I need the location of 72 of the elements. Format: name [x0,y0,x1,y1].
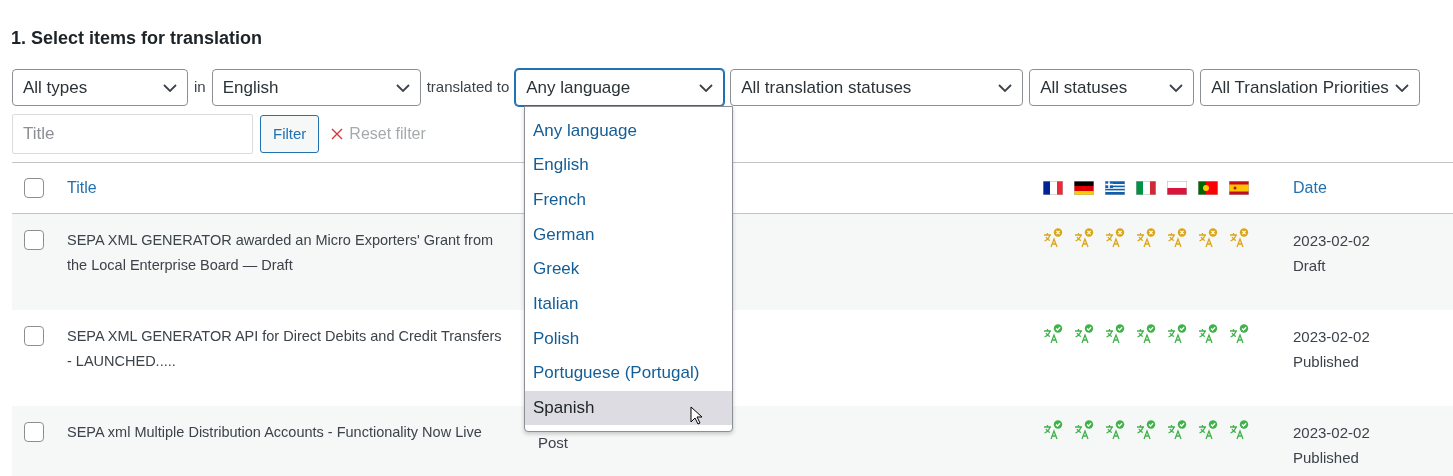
filter-button[interactable]: Filter [260,115,320,153]
checkbox[interactable] [24,422,44,442]
language-option[interactable]: Greek [525,251,732,287]
flag-icon [1229,181,1249,195]
language-option[interactable]: Polish [525,321,732,356]
checkbox[interactable] [24,230,44,250]
chevron-down-icon [395,83,410,92]
translation-complete-icon[interactable] [1136,324,1156,344]
chevron-down-icon [163,83,177,92]
section-heading: 1. Select items for translation [11,27,263,50]
flag-icon [1043,181,1063,195]
translation-complete-icon[interactable] [1136,420,1156,440]
language-option[interactable]: Portuguese (Portugal) [525,355,732,391]
translation-complete-icon[interactable] [1167,420,1187,440]
title-column-header[interactable]: Title [67,179,97,196]
translation-needed-icon[interactable] [1105,228,1125,248]
chevron-down-icon [998,83,1013,92]
flag-icon [1105,181,1125,195]
chevron-down-icon [1169,83,1184,92]
language-option[interactable]: English [525,147,732,183]
post-title-cell-text: SEPA XML GENERATOR API for Direct Debits and Credit Transfers - LAUNCHED..... [66,327,503,371]
checkbox[interactable] [24,178,44,198]
select-field[interactable]: All Translation Priorities [1200,69,1421,106]
date-cell-text: 2023-02-02 [1293,423,1370,443]
post-title-cell-text: SEPA XML GENERATOR awarded an Micro Exporters' Grant from the Local Enterprise Board — Draft [66,231,495,275]
close-icon [331,128,344,140]
date-cell-text: 2023-02-02 [1293,327,1370,347]
select-field[interactable]: All statuses [1029,69,1195,106]
translation-complete-icon[interactable] [1043,324,1063,344]
date-column-header[interactable]: Date [1293,176,1327,200]
translation-needed-icon[interactable] [1198,228,1218,248]
translation-complete-icon[interactable] [1074,324,1094,344]
translation-needed-icon[interactable] [1043,228,1063,248]
translation-needed-icon[interactable] [1167,228,1187,248]
translation-complete-icon[interactable] [1198,420,1218,440]
language-option[interactable]: Spanish [525,390,732,426]
translation-complete-icon[interactable] [1229,420,1249,440]
language-option[interactable]: German [525,217,732,252]
translated-to-label: translated to [426,77,510,98]
flag-icon [1136,181,1156,195]
flag-icon [1074,181,1094,195]
translation-complete-icon[interactable] [1198,324,1218,344]
in-label: in [194,77,206,98]
language-option[interactable]: French [525,182,732,218]
post-status-cell-text: Published [1293,448,1360,468]
date-cell-text: 2023-02-02 [1293,231,1370,251]
select-field[interactable]: All translation statuses [730,69,1024,106]
flag-icon [1198,181,1218,195]
type-cell-text: Post [538,433,568,453]
mouse-cursor-icon [690,406,704,426]
translation-complete-icon[interactable] [1229,324,1249,344]
chevron-down-icon [1395,83,1410,92]
translation-complete-icon[interactable] [1043,420,1063,440]
select-field[interactable]: English [211,69,421,106]
translation-complete-icon[interactable] [1167,324,1187,344]
translation-complete-icon[interactable] [1105,420,1125,440]
translation-needed-icon[interactable] [1229,228,1249,248]
language-option[interactable]: Italian [525,286,732,322]
select-field[interactable]: All types [12,69,188,106]
translation-needed-icon[interactable] [1136,228,1156,248]
chevron-down-icon [699,83,714,92]
translation-needed-icon[interactable] [1074,228,1094,248]
translation-complete-icon[interactable] [1105,324,1125,344]
select-field[interactable]: Any language [515,69,725,106]
flag-icon [1167,181,1187,195]
translation-complete-icon[interactable] [1074,420,1094,440]
title-field[interactable]: Title [12,114,253,154]
post-status-cell-text: Published [1293,352,1360,372]
post-status-cell-text: Draft [1293,256,1327,276]
language-option[interactable]: Any language [525,113,732,148]
post-title-cell-text: SEPA xml Multiple Distribution Accounts - Functionality Now Live [66,423,483,442]
checkbox[interactable] [24,326,44,346]
